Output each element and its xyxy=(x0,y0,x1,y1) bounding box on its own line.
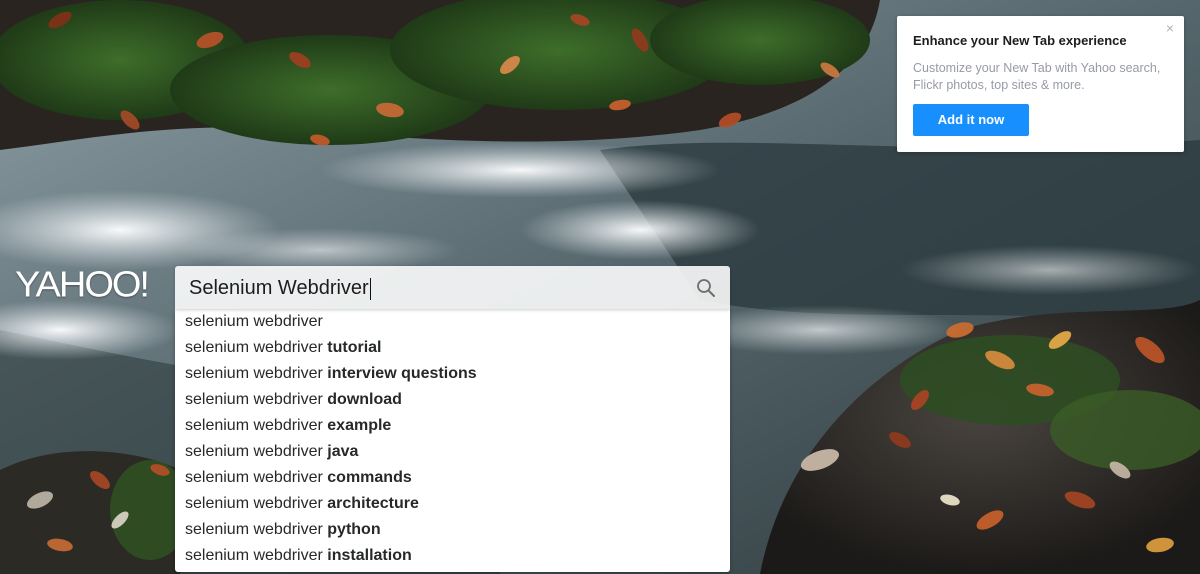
suggestion-item[interactable]: selenium webdriver installation xyxy=(175,543,730,569)
suggestion-suffix: commands xyxy=(327,469,412,486)
search-input-value: Selenium Webdriver xyxy=(189,277,369,299)
suggestion-suffix: architecture xyxy=(327,495,419,512)
suggestion-prefix: selenium webdriver xyxy=(185,547,328,564)
suggestion-suffix: installation xyxy=(327,547,412,564)
suggestion-suffix: tutorial xyxy=(327,339,382,356)
suggestion-prefix: selenium webdriver xyxy=(185,313,323,330)
suggestion-item[interactable]: selenium webdriver python xyxy=(175,517,730,543)
suggestion-item[interactable]: selenium webdriver java xyxy=(175,439,730,465)
suggestion-item[interactable]: selenium webdriver architecture xyxy=(175,491,730,517)
suggestion-suffix: interview questions xyxy=(327,365,477,382)
suggestion-suffix: example xyxy=(327,417,392,434)
suggestion-prefix: selenium webdriver xyxy=(185,417,328,434)
suggestion-item[interactable]: selenium webdriver interview questions xyxy=(175,361,730,387)
suggestion-prefix: selenium webdriver xyxy=(185,469,328,486)
promo-title: Enhance your New Tab experience xyxy=(913,33,1127,48)
text-caret xyxy=(369,277,371,300)
search-container: Selenium Webdriver selenium webdriver se… xyxy=(175,266,730,572)
search-icon[interactable] xyxy=(696,278,716,298)
search-input[interactable]: Selenium Webdriver xyxy=(189,266,371,309)
suggestion-prefix: selenium webdriver xyxy=(185,339,328,356)
suggestion-prefix: selenium webdriver xyxy=(185,443,328,460)
suggestion-prefix: selenium webdriver xyxy=(185,365,328,382)
new-tab-page: YAHOO! Selenium Webdriver selenium webdr… xyxy=(0,0,1200,574)
suggestion-item[interactable]: selenium webdriver xyxy=(175,309,730,335)
suggestion-item[interactable]: selenium webdriver tutorial xyxy=(175,335,730,361)
promo-card: × Enhance your New Tab experience Custom… xyxy=(897,16,1184,152)
add-it-now-button[interactable]: Add it now xyxy=(913,104,1029,136)
suggestion-prefix: selenium webdriver xyxy=(185,495,328,512)
search-box[interactable]: Selenium Webdriver xyxy=(175,266,730,309)
yahoo-logo[interactable]: YAHOO! xyxy=(15,265,150,306)
suggestion-item[interactable]: selenium webdriver download xyxy=(175,387,730,413)
suggestion-prefix: selenium webdriver xyxy=(185,521,328,538)
close-icon[interactable]: × xyxy=(1166,21,1174,35)
suggestion-suffix: python xyxy=(327,521,381,538)
promo-description: Customize your New Tab with Yahoo search… xyxy=(913,61,1161,92)
suggestion-item[interactable]: selenium webdriver commands xyxy=(175,465,730,491)
suggestion-prefix: selenium webdriver xyxy=(185,391,328,408)
search-suggestions: selenium webdriver selenium webdriver tu… xyxy=(175,309,730,572)
suggestion-suffix: download xyxy=(327,391,402,408)
suggestion-item[interactable]: selenium webdriver example xyxy=(175,413,730,439)
suggestion-suffix: java xyxy=(327,443,359,460)
